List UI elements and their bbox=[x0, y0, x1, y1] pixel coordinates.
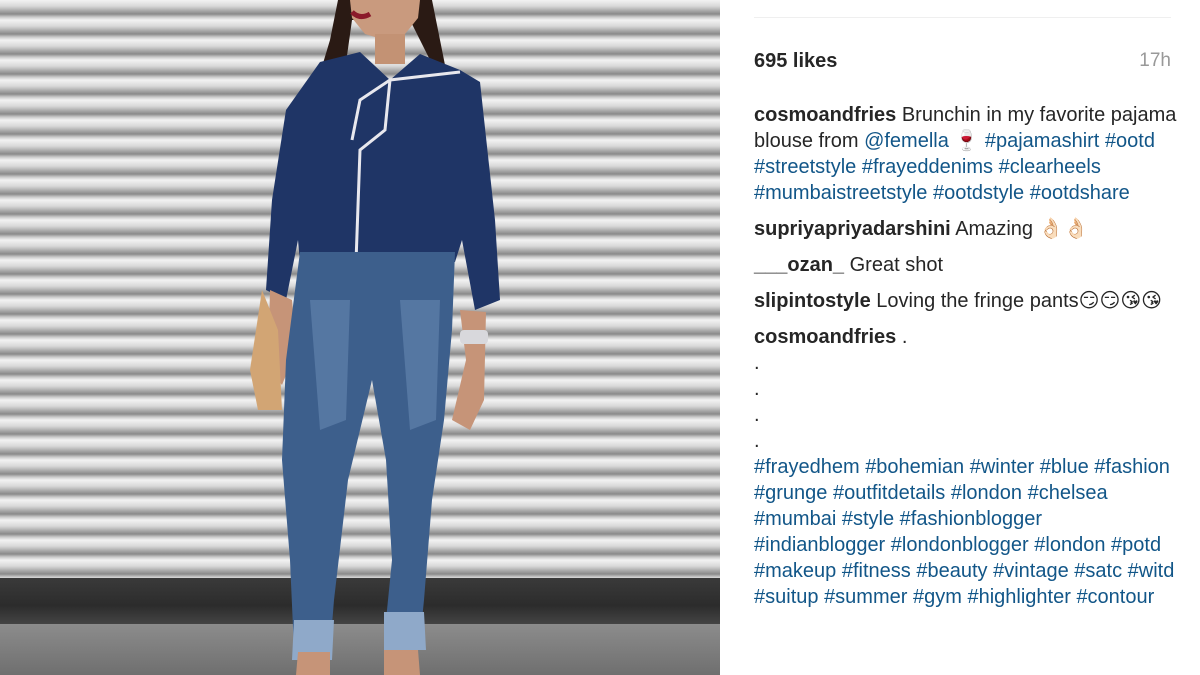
comment-text: . bbox=[896, 326, 908, 348]
post-photo[interactable] bbox=[0, 0, 720, 675]
hashtag-link[interactable]: #ootd bbox=[1105, 130, 1155, 152]
hashtag-block: #frayedhem #bohemian #winter #blue #fash… bbox=[754, 454, 1178, 610]
comment-username[interactable]: supriyapriyadarshini bbox=[754, 218, 951, 240]
hashtag-link[interactable]: #clearheels bbox=[999, 156, 1101, 178]
dot-line: . bbox=[754, 404, 760, 426]
comment-username[interactable]: ___ozan_ bbox=[754, 254, 844, 276]
hashtag-link[interactable]: #frayeddenims bbox=[862, 156, 993, 178]
dot-line: . bbox=[754, 352, 760, 374]
hashtag-link[interactable]: #frayedhem bbox=[754, 456, 860, 478]
hashtag-link[interactable]: #makeup bbox=[754, 560, 836, 582]
hashtag-link[interactable]: #pajamashirt bbox=[985, 130, 1100, 152]
comment-item: cosmoandfries . . . . . #frayedhem #bohe… bbox=[754, 324, 1178, 610]
hashtag-link[interactable]: #fitness bbox=[842, 560, 911, 582]
hashtag-link[interactable]: #blue bbox=[1040, 456, 1089, 478]
top-divider bbox=[754, 17, 1171, 18]
hashtag-link[interactable]: #fashionblogger bbox=[900, 508, 1042, 530]
hashtag-link[interactable]: #london bbox=[1034, 534, 1105, 556]
hashtag-link[interactable]: #indianblogger bbox=[754, 534, 885, 556]
comment-text: Amazing 👌🏻👌🏻 bbox=[950, 218, 1089, 240]
post-sidebar: 695 likes 17h cosmoandfries Brunchin in … bbox=[720, 0, 1200, 675]
hashtag-link[interactable]: #ootdshare bbox=[1030, 182, 1130, 204]
mention-link[interactable]: @femella bbox=[864, 130, 949, 152]
comment-item: ___ozan_ Great shot bbox=[754, 252, 1178, 278]
hashtag-link[interactable]: #mumbaistreetstyle bbox=[754, 182, 927, 204]
hashtag-link[interactable]: #contour bbox=[1076, 586, 1154, 608]
figure-watch bbox=[460, 330, 488, 344]
hashtag-link[interactable]: #style bbox=[842, 508, 894, 530]
hashtag-link[interactable]: #londonblogger bbox=[891, 534, 1029, 556]
hashtag-link[interactable]: #beauty bbox=[916, 560, 987, 582]
hashtag-link[interactable]: #highlighter bbox=[967, 586, 1070, 608]
comment-text: Great shot bbox=[844, 254, 943, 276]
post-timestamp[interactable]: 17h bbox=[1139, 50, 1171, 72]
hashtag-link[interactable]: #chelsea bbox=[1028, 482, 1108, 504]
hashtag-link[interactable]: #streetstyle bbox=[754, 156, 856, 178]
comment-text: Loving the fringe pants😏😏😘😘 bbox=[870, 290, 1163, 312]
dot-line: . bbox=[754, 378, 760, 400]
hashtag-link[interactable]: #fashion bbox=[1094, 456, 1170, 478]
hashtag-link[interactable]: #london bbox=[951, 482, 1022, 504]
hashtag-link[interactable]: #grunge bbox=[754, 482, 827, 504]
hashtag-link[interactable]: #witd bbox=[1128, 560, 1175, 582]
photo-figure bbox=[250, 0, 500, 675]
hashtag-link[interactable]: #outfitdetails bbox=[833, 482, 945, 504]
hashtag-link[interactable]: #bohemian bbox=[865, 456, 964, 478]
figure-feet bbox=[296, 650, 420, 675]
hashtag-link[interactable]: #gym bbox=[913, 586, 962, 608]
comment-item: slipintostyle Loving the fringe pants😏😏😘… bbox=[754, 288, 1178, 314]
comment-username[interactable]: cosmoandfries bbox=[754, 104, 896, 126]
hashtag-link[interactable]: #winter bbox=[970, 456, 1034, 478]
hashtag-link[interactable]: #vintage bbox=[993, 560, 1069, 582]
dot-line: . bbox=[754, 430, 760, 452]
hashtag-link[interactable]: #potd bbox=[1111, 534, 1161, 556]
figure-neck bbox=[375, 34, 405, 64]
likes-row: 695 likes 17h bbox=[754, 46, 1171, 76]
hashtag-link[interactable]: #summer bbox=[824, 586, 907, 608]
comment-item: supriyapriyadarshini Amazing 👌🏻👌🏻 bbox=[754, 216, 1178, 242]
comment-list: cosmoandfries Brunchin in my favorite pa… bbox=[754, 102, 1178, 620]
hashtag-link[interactable]: #mumbai bbox=[754, 508, 836, 530]
hashtag-link[interactable]: #ootdstyle bbox=[933, 182, 1024, 204]
like-count[interactable]: 695 likes bbox=[754, 50, 837, 73]
comment-item: cosmoandfries Brunchin in my favorite pa… bbox=[754, 102, 1178, 206]
comment-username[interactable]: slipintostyle bbox=[754, 290, 871, 312]
comment-username[interactable]: cosmoandfries bbox=[754, 326, 896, 348]
hashtag-link[interactable]: #satc bbox=[1074, 560, 1122, 582]
hashtag-link[interactable]: #suitup bbox=[754, 586, 819, 608]
comment-text: 🍷 bbox=[948, 130, 985, 152]
figure-right-hand bbox=[452, 310, 486, 430]
